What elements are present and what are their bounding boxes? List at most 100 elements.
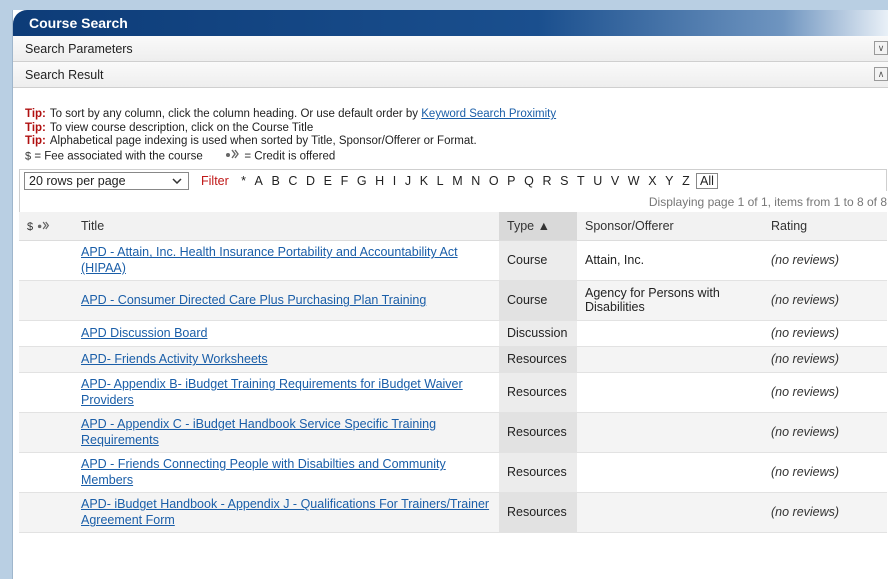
type-cell: Resources [499, 346, 577, 373]
type-column-header[interactable]: Type ▲ [499, 212, 577, 241]
sponsor-cell [577, 320, 763, 347]
credit-icon [225, 149, 241, 164]
course-title-link[interactable]: APD Discussion Board [81, 325, 499, 341]
table-header-row: $ Title Type ▲ Sponsor/Offerer Rating [19, 212, 887, 241]
fee-credit-cell [19, 240, 73, 281]
filter-letter-y[interactable]: Y [661, 174, 678, 188]
table-row: APD - Consumer Directed Care Plus Purcha… [19, 280, 887, 321]
tips-section: Tip: To sort by any column, click the col… [13, 88, 888, 163]
title-cell: APD- iBudget Handbook - Appendix J - Qua… [73, 492, 499, 533]
sponsor-cell [577, 492, 763, 533]
filter-all-button[interactable]: All [696, 172, 718, 189]
filter-letter-w[interactable]: W [624, 174, 644, 188]
fee-credit-cell [19, 320, 73, 347]
rating-column-header[interactable]: Rating [763, 212, 887, 241]
type-cell: Resources [499, 492, 577, 533]
credit-icon [37, 221, 49, 230]
course-title-link[interactable]: APD - Consumer Directed Care Plus Purcha… [81, 292, 499, 308]
filter-letter-k[interactable]: K [415, 174, 432, 188]
sponsor-cell [577, 452, 763, 493]
search-parameters-label: Search Parameters [25, 42, 133, 56]
fee-credit-cell [19, 280, 73, 321]
search-parameters-panel[interactable]: Search Parameters ∨ [13, 36, 888, 62]
type-cell: Resources [499, 412, 577, 453]
rating-cell: (no reviews) [763, 346, 887, 373]
pager-bar: 20 rows per page Filter * A B C D E F G H I J K L M N O… [19, 169, 887, 192]
filter-letter-f[interactable]: F [336, 174, 352, 188]
filter-letter-b[interactable]: B [267, 174, 284, 188]
course-title-link[interactable]: APD- Appendix B- iBudget Training Requir… [81, 376, 499, 408]
filter-letter-s[interactable]: S [556, 174, 573, 188]
filter-letter-p[interactable]: P [503, 174, 520, 188]
rating-cell: (no reviews) [763, 452, 887, 493]
filter-letter-g[interactable]: G [353, 174, 371, 188]
filter-letter-d[interactable]: D [302, 174, 320, 188]
filter-letter-e[interactable]: E [319, 174, 336, 188]
search-result-label: Search Result [25, 68, 104, 82]
fee-credit-column-header[interactable]: $ [19, 212, 73, 241]
credit-legend-text: = Credit is offered [244, 149, 336, 162]
filter-letter-x[interactable]: X [644, 174, 661, 188]
table-row: APD Discussion Board Discussion (no review… [19, 320, 887, 347]
fee-legend-text: = Fee associated with the course [34, 149, 203, 162]
tip-text: To sort by any column, click the column … [49, 108, 422, 120]
filter-letter-j[interactable]: J [401, 174, 416, 188]
tip-text: Alphabetical page indexing is used when … [49, 135, 477, 147]
table-row: APD - Friends Connecting People with Dis… [19, 452, 887, 493]
dollar-icon: $ [25, 149, 32, 162]
rows-per-page-value: 20 rows per page [29, 173, 126, 188]
course-title-link[interactable]: APD- iBudget Handbook - Appendix J - Qua… [81, 496, 499, 528]
filter-letter-star[interactable]: * [237, 174, 250, 188]
legend: $ = Fee associated with the course = Cre… [25, 149, 888, 164]
title-column-header[interactable]: Title [73, 212, 499, 241]
rating-cell: (no reviews) [763, 372, 887, 413]
filter-letter-a[interactable]: A [250, 174, 267, 188]
chevron-down-icon[interactable]: ∨ [874, 41, 888, 55]
tip-label: Tip: [25, 121, 46, 134]
filter-letter-n[interactable]: N [467, 174, 485, 188]
table-row: APD - Appendix C - iBudget Handbook Serv… [19, 412, 887, 453]
sponsor-cell [577, 346, 763, 373]
filter-letter-c[interactable]: C [284, 174, 302, 188]
filter-letter-v[interactable]: V [607, 174, 624, 188]
rating-cell: (no reviews) [763, 280, 887, 321]
chevron-up-icon[interactable]: ∧ [874, 67, 888, 81]
search-result-panel[interactable]: Search Result ∧ [13, 62, 888, 88]
sponsor-cell [577, 412, 763, 453]
rows-per-page-select[interactable]: 20 rows per page [24, 171, 189, 190]
rating-cell: (no reviews) [763, 240, 887, 281]
course-title-link[interactable]: APD - Friends Connecting People with Dis… [81, 456, 499, 488]
title-cell: APD - Appendix C - iBudget Handbook Serv… [73, 412, 499, 453]
filter-letter-u[interactable]: U [589, 174, 607, 188]
fee-credit-cell [19, 346, 73, 373]
sponsor-cell: Attain, Inc. [577, 240, 763, 281]
title-cell: APD- Appendix B- iBudget Training Requir… [73, 372, 499, 413]
filter-letter-q[interactable]: Q [520, 174, 538, 188]
title-cell: APD - Consumer Directed Care Plus Purcha… [73, 280, 499, 321]
paging-status: Displaying page 1 of 1, items from 1 to … [19, 191, 887, 213]
filter-letter-z[interactable]: Z [678, 174, 694, 188]
filter-letter-h[interactable]: H [371, 174, 389, 188]
window-title: Course Search [13, 10, 888, 36]
course-title-link[interactable]: APD- Friends Activity Worksheets [81, 351, 499, 367]
course-search-window: Course Search Search Parameters ∨ Search… [12, 10, 888, 579]
filter-letter-m[interactable]: M [448, 174, 467, 188]
filter-letter-r[interactable]: R [538, 174, 556, 188]
fee-credit-cell [19, 492, 73, 533]
keyword-search-proximity-link[interactable]: Keyword Search Proximity [421, 108, 556, 120]
course-title-link[interactable]: APD - Appendix C - iBudget Handbook Serv… [81, 416, 499, 448]
rating-cell: (no reviews) [763, 492, 887, 533]
sponsor-column-header[interactable]: Sponsor/Offerer [577, 212, 763, 241]
course-title-link[interactable]: APD - Attain, Inc. Health Insurance Port… [81, 244, 499, 276]
filter-letter-i[interactable]: I [389, 174, 401, 188]
dollar-icon: $ [27, 221, 34, 234]
tip-line: Tip: To view course description, click on… [25, 122, 888, 136]
tip-label: Tip: [25, 108, 46, 120]
results-table: $ Title Type ▲ Sponsor/Offerer Rating AP… [19, 212, 887, 533]
filter-letter-t[interactable]: T [573, 174, 589, 188]
filter-letter-l[interactable]: L [432, 174, 448, 188]
filter-letter-o[interactable]: O [485, 174, 503, 188]
type-cell: Course [499, 240, 577, 281]
fee-credit-cell [19, 372, 73, 413]
tip-line: Tip: To sort by any column, click the col… [25, 108, 888, 122]
